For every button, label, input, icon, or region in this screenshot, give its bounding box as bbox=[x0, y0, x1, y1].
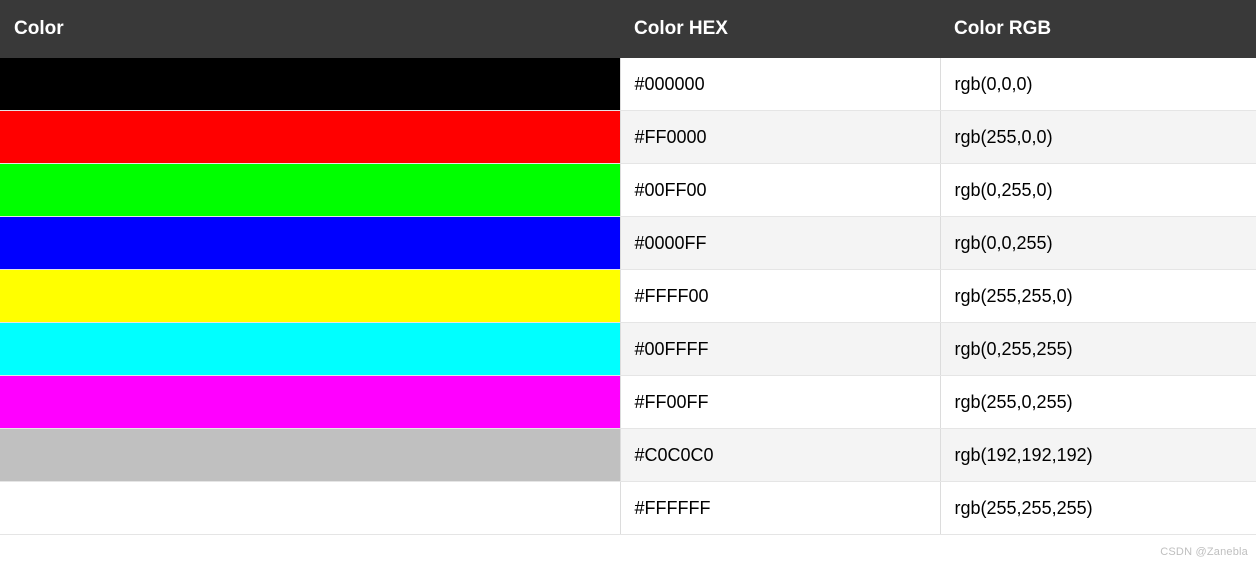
table-row: #FFFF00 rgb(255,255,0) bbox=[0, 270, 1256, 323]
hex-value: #0000FF bbox=[620, 217, 940, 270]
color-swatch-cell bbox=[0, 111, 620, 164]
table-row: #0000FF rgb(0,0,255) bbox=[0, 217, 1256, 270]
hex-value: #00FF00 bbox=[620, 164, 940, 217]
rgb-value: rgb(0,255,255) bbox=[940, 323, 1256, 376]
hex-value: #FFFFFF bbox=[620, 482, 940, 535]
color-swatch-cell bbox=[0, 482, 620, 535]
table-row: #FF00FF rgb(255,0,255) bbox=[0, 376, 1256, 429]
color-swatch-cell bbox=[0, 217, 620, 270]
table-row: #000000 rgb(0,0,0) bbox=[0, 58, 1256, 111]
hex-value: #FFFF00 bbox=[620, 270, 940, 323]
color-swatch-cell bbox=[0, 270, 620, 323]
table-row: #00FFFF rgb(0,255,255) bbox=[0, 323, 1256, 376]
table-header-row: Color Color HEX Color RGB bbox=[0, 0, 1256, 58]
color-swatch-cell bbox=[0, 323, 620, 376]
hex-value: #000000 bbox=[620, 58, 940, 111]
table-row: #00FF00 rgb(0,255,0) bbox=[0, 164, 1256, 217]
header-hex: Color HEX bbox=[620, 0, 940, 58]
rgb-value: rgb(0,255,0) bbox=[940, 164, 1256, 217]
watermark: CSDN @Zanebla bbox=[1160, 546, 1248, 558]
color-swatch bbox=[0, 270, 620, 322]
rgb-value: rgb(255,255,0) bbox=[940, 270, 1256, 323]
color-swatch bbox=[0, 111, 620, 163]
header-color: Color bbox=[0, 0, 620, 58]
hex-value: #FF0000 bbox=[620, 111, 940, 164]
hex-value: #00FFFF bbox=[620, 323, 940, 376]
hex-value: #C0C0C0 bbox=[620, 429, 940, 482]
color-swatch bbox=[0, 429, 620, 481]
color-swatch-cell bbox=[0, 376, 620, 429]
color-swatch-cell bbox=[0, 58, 620, 111]
table-row: #FF0000 rgb(255,0,0) bbox=[0, 111, 1256, 164]
color-swatch-cell bbox=[0, 164, 620, 217]
color-swatch bbox=[0, 376, 620, 428]
header-rgb: Color RGB bbox=[940, 0, 1256, 58]
color-swatch-cell bbox=[0, 429, 620, 482]
rgb-value: rgb(0,0,255) bbox=[940, 217, 1256, 270]
rgb-value: rgb(255,0,0) bbox=[940, 111, 1256, 164]
table-row: #FFFFFF rgb(255,255,255) bbox=[0, 482, 1256, 535]
color-swatch bbox=[0, 217, 620, 269]
rgb-value: rgb(255,255,255) bbox=[940, 482, 1256, 535]
hex-value: #FF00FF bbox=[620, 376, 940, 429]
color-swatch bbox=[0, 323, 620, 375]
color-swatch bbox=[0, 164, 620, 216]
rgb-value: rgb(255,0,255) bbox=[940, 376, 1256, 429]
rgb-value: rgb(0,0,0) bbox=[940, 58, 1256, 111]
color-swatch bbox=[0, 58, 620, 110]
rgb-value: rgb(192,192,192) bbox=[940, 429, 1256, 482]
color-table: Color Color HEX Color RGB #000000 rgb(0,… bbox=[0, 0, 1256, 535]
table-row: #C0C0C0 rgb(192,192,192) bbox=[0, 429, 1256, 482]
color-swatch bbox=[0, 482, 620, 534]
